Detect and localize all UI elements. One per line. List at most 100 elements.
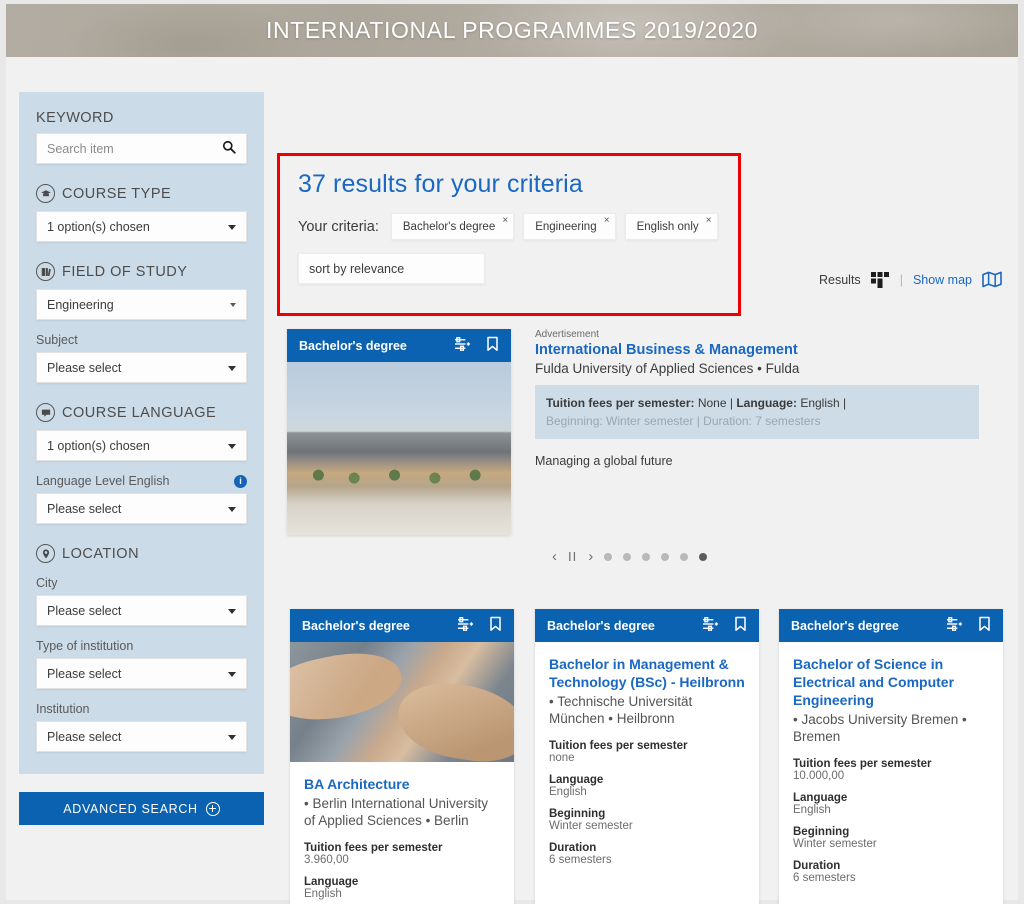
field-key: Beginning (793, 825, 850, 838)
plus-circle-icon (205, 801, 220, 816)
sort-select[interactable]: sort by relevance (298, 253, 485, 284)
institution-type-value: Please select (47, 666, 122, 681)
search-icon[interactable] (222, 140, 236, 157)
add-to-comparison-icon[interactable] (702, 616, 719, 635)
map-icon[interactable] (982, 271, 1002, 288)
card-header-icons (702, 616, 747, 635)
advertisement-meta-line-2: Beginning: Winter semester | Duration: 7… (546, 414, 821, 428)
bookmark-icon[interactable] (734, 616, 747, 635)
field-key: Beginning (549, 807, 606, 820)
speech-bubble-icon (36, 403, 55, 422)
result-card[interactable]: Bachelor's degree (535, 609, 759, 904)
advanced-search-button[interactable]: ADVANCED SEARCH (19, 792, 264, 825)
bookmark-icon[interactable] (489, 616, 502, 635)
result-card-photo (290, 642, 514, 762)
card-header: Bachelor's degree (290, 609, 514, 642)
carousel-dot[interactable] (680, 552, 689, 561)
advertisement-meta-line-1: Tuition fees per semester: None | Langua… (546, 394, 968, 412)
institution-select[interactable]: Please select (36, 721, 247, 752)
field-value: 6 semesters (793, 871, 856, 884)
result-card-institution: • Berlin International University of App… (304, 795, 489, 829)
chevron-down-icon (228, 224, 236, 230)
banner-title: INTERNATIONAL PROGRAMMES 2019/2020 (265, 17, 759, 43)
field-of-study-select[interactable]: Engineering (36, 289, 247, 320)
result-card[interactable]: Bachelor's degree (290, 609, 514, 904)
book-icon (36, 262, 55, 281)
result-card-field: Duration 6 semesters (549, 842, 745, 866)
group-header-course-type: COURSE TYPE (36, 184, 247, 203)
carousel-dot[interactable] (623, 552, 632, 561)
keyword-label: KEYWORD (36, 110, 114, 126)
result-card-title[interactable]: BA Architecture (304, 776, 500, 794)
carousel-controls: ‹ II › (552, 549, 708, 564)
field-key: Tuition fees per semester (549, 739, 688, 752)
carousel-dot[interactable] (604, 552, 613, 561)
close-icon[interactable]: × (706, 216, 712, 226)
institution-value: Please select (47, 729, 122, 744)
criteria-chip[interactable]: Bachelor's degree × (390, 213, 515, 240)
bookmark-icon[interactable] (486, 336, 499, 355)
search-input[interactable] (47, 134, 222, 163)
bookmark-icon[interactable] (978, 616, 991, 635)
carousel-prev-button[interactable]: ‹ (552, 549, 557, 564)
add-to-comparison-icon[interactable] (457, 616, 474, 635)
result-card-field: Tuition fees per semester none (549, 740, 745, 764)
close-icon[interactable]: × (502, 216, 508, 226)
info-icon[interactable]: i (234, 474, 247, 488)
card-header: Bachelor's degree (779, 609, 1003, 642)
results-count-title: 37 results for your criteria (298, 170, 583, 198)
field-value: Winter semester (793, 837, 877, 850)
advertisement-institution: Fulda University of Applied Sciences • F… (535, 361, 800, 376)
close-icon[interactable]: × (604, 216, 610, 226)
group-title-course-language: COURSE LANGUAGE (62, 404, 217, 421)
result-card-field: Beginning Winter semester (793, 826, 989, 850)
result-card[interactable]: Bachelor's degree (779, 609, 1003, 904)
field-key: Language (793, 791, 848, 804)
field-value: English (549, 785, 587, 798)
divider: | (899, 272, 903, 287)
advertisement-details: Advertisement International Business & M… (535, 329, 979, 468)
advertisement-kicker: Advertisement (535, 329, 599, 340)
field-value: Winter semester (549, 819, 633, 832)
carousel-dot[interactable] (699, 552, 708, 561)
language-level-select[interactable]: Please select (36, 493, 247, 524)
card-header-icons (946, 616, 991, 635)
field-value: 6 semesters (549, 853, 612, 866)
result-card-title[interactable]: Bachelor of Science in Electrical and Co… (793, 656, 989, 710)
subject-select[interactable]: Please select (36, 352, 247, 383)
add-to-comparison-icon[interactable] (454, 336, 471, 355)
show-map-link[interactable]: Show map (913, 273, 972, 287)
grid-view-icon[interactable] (870, 271, 890, 288)
criteria-chip[interactable]: Engineering × (523, 213, 616, 240)
chevron-down-icon (228, 734, 236, 740)
map-pin-icon (36, 544, 55, 563)
criteria-chip[interactable]: English only × (624, 213, 718, 240)
chevron-down-icon (230, 302, 236, 307)
carousel-next-button[interactable]: › (588, 549, 593, 564)
advertisement-title[interactable]: International Business & Management (535, 342, 979, 358)
field-key: Tuition fees per semester (304, 842, 443, 854)
search-field-wrap[interactable] (36, 133, 247, 164)
carousel-pause-button[interactable]: II (568, 549, 577, 564)
institution-type-label-row: Type of institution (36, 639, 247, 653)
add-to-comparison-icon[interactable] (946, 616, 963, 635)
course-type-select[interactable]: 1 option(s) chosen (36, 211, 247, 242)
course-language-select[interactable]: 1 option(s) chosen (36, 430, 247, 461)
meta-key-language: Language: (736, 396, 797, 410)
filter-sidebar: KEYWORD COURSE TYPE (19, 92, 264, 774)
city-select[interactable]: Please select (36, 595, 247, 626)
language-level-value: Please select (47, 501, 122, 516)
advertisement-card[interactable]: Bachelor's degree (287, 329, 511, 535)
result-card-field: Duration 6 semesters (793, 860, 989, 884)
city-value: Please select (47, 603, 122, 618)
sort-value: sort by relevance (309, 261, 405, 276)
result-card-title[interactable]: Bachelor in Management & Technology (BSc… (549, 656, 745, 692)
group-header-location: LOCATION (36, 544, 247, 563)
carousel-dot[interactable] (661, 552, 670, 561)
card-header: Bachelor's degree (535, 609, 759, 642)
chevron-down-icon (228, 671, 236, 677)
institution-type-select[interactable]: Please select (36, 658, 247, 689)
subject-value: Please select (47, 360, 122, 375)
result-card-institution: • Jacobs University Bremen • Bremen (793, 711, 967, 745)
carousel-dot[interactable] (642, 552, 651, 561)
